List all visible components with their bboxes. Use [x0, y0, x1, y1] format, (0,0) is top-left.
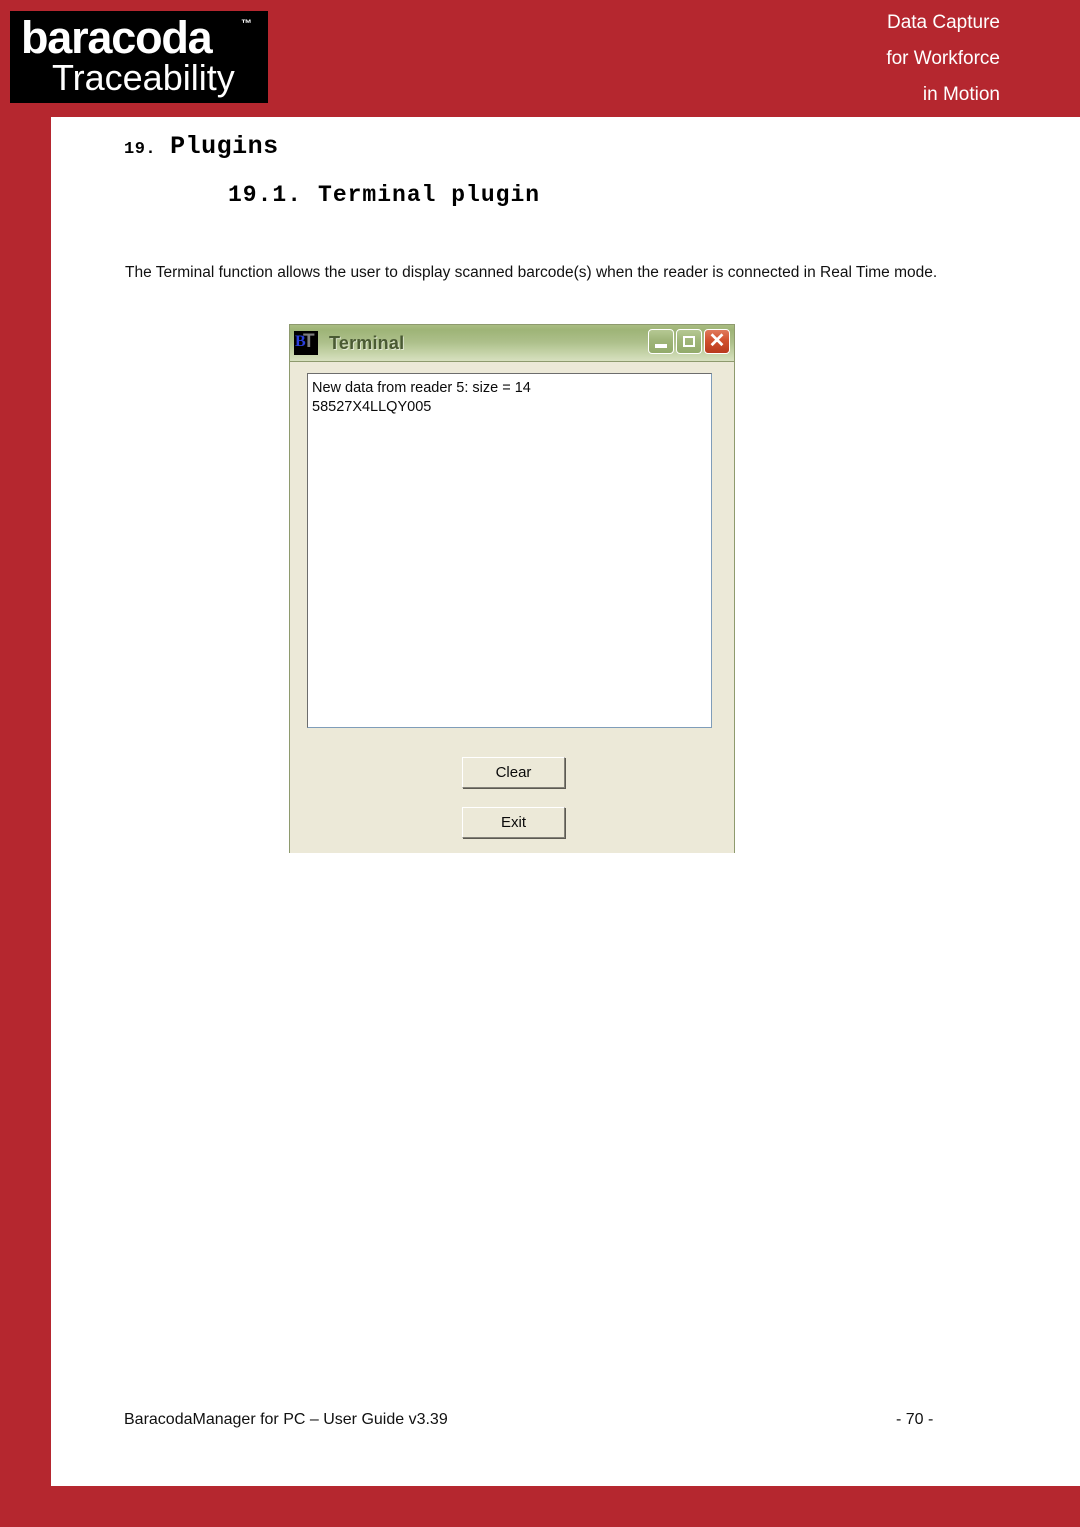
bt-terminal-icon: B T [294, 331, 318, 355]
subsection-heading-number: 19.1. [228, 182, 303, 208]
terminal-titlebar[interactable]: B T Terminal ✕ [290, 325, 734, 362]
subsection-heading-text: Terminal plugin [318, 182, 541, 208]
window-controls: ✕ [648, 329, 730, 354]
footer-document-title: BaracodaManager for PC – User Guide v3.3… [124, 1411, 448, 1428]
maximize-button[interactable] [676, 329, 702, 354]
icon-letter-t: T [303, 331, 315, 352]
page-header: baracoda ™ Traceability Data Capture for… [0, 0, 1080, 117]
output-line: New data from reader 5: size = 14 [312, 380, 531, 396]
clear-button[interactable]: Clear [462, 757, 565, 788]
terminal-window-body: New data from reader 5: size = 14 58527X… [290, 362, 734, 853]
tagline-line-2: for Workforce [886, 48, 1000, 69]
footer-page-number: - 70 - [896, 1411, 934, 1428]
section-heading-number: 19. [124, 140, 157, 159]
terminal-window-figure: B T Terminal ✕ New data from reader 5: s… [289, 324, 735, 853]
tagline-line-1: Data Capture [886, 12, 1000, 33]
close-button[interactable]: ✕ [704, 329, 730, 354]
terminal-window-title: Terminal [329, 332, 405, 353]
body-paragraph: The Terminal function allows the user to… [125, 264, 938, 281]
maximize-icon [683, 336, 695, 347]
terminal-output-textarea[interactable]: New data from reader 5: size = 14 58527X… [307, 373, 712, 728]
section-heading-text: Plugins [170, 132, 279, 161]
minimize-button[interactable] [648, 329, 674, 354]
section-heading: 19. Plugins [124, 132, 279, 161]
content-sheet: 19. Plugins 19.1. Terminal plugin The Term… [51, 117, 1080, 1486]
logo-trademark-icon: ™ [241, 18, 252, 30]
exit-button[interactable]: Exit [462, 807, 565, 838]
page-root: baracoda ™ Traceability Data Capture for… [0, 0, 1080, 1527]
baracoda-logo: baracoda ™ Traceability [10, 11, 268, 103]
subsection-heading: 19.1. Terminal plugin [228, 182, 540, 208]
logo-subtitle: Traceability [52, 57, 235, 98]
terminal-window: B T Terminal ✕ New data from reader 5: s… [289, 324, 735, 853]
header-tagline: Data Capture for Workforce in Motion [700, 5, 1000, 113]
tagline-line-3: in Motion [922, 84, 1000, 105]
minimize-icon [655, 344, 667, 348]
output-line: 58527X4LLQY005 [312, 399, 432, 415]
close-icon: ✕ [708, 330, 726, 352]
